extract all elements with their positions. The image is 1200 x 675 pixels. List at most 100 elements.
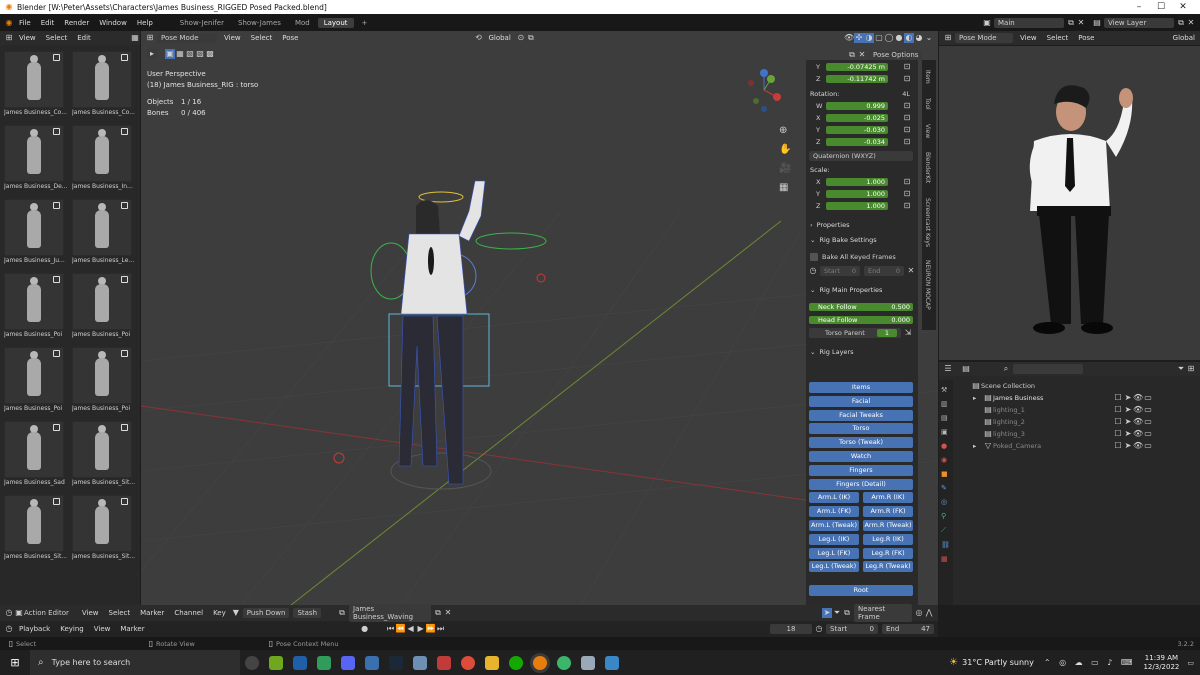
checkbox-icon[interactable]: ☐ [1113, 417, 1123, 427]
editor-type-icon[interactable]: ☰ [943, 364, 953, 374]
select-arrow-icon[interactable]: ➤ [1123, 417, 1133, 427]
pose-options-dropdown[interactable]: Pose Options [869, 50, 923, 60]
tab-view[interactable]: View [924, 124, 931, 138]
play-icon[interactable]: ▶ [416, 624, 426, 634]
visual-studio-icon[interactable] [293, 655, 307, 670]
lock-icon[interactable]: ⊡ [902, 62, 912, 72]
select-arrow-icon[interactable]: ➤ [1123, 393, 1133, 403]
pose-thumbnail[interactable]: James Business_Poi [72, 273, 136, 340]
editor-type-icon[interactable]: ⊞ [943, 33, 953, 43]
checkbox-icon[interactable]: ☐ [1113, 393, 1123, 403]
timeline-menu-key[interactable]: Key [208, 609, 231, 617]
view-layer-selector[interactable]: View Layer [1104, 17, 1174, 28]
view-menu[interactable]: View [89, 625, 116, 633]
axis-value-field[interactable]: -0.034 [826, 137, 888, 146]
minimize-button[interactable]: – [1128, 2, 1150, 12]
rig-layer-button[interactable]: Leg.R (IK) [863, 533, 913, 545]
tool-tab-icon[interactable]: ⚒ [941, 386, 951, 394]
orientation-selector[interactable]: Global [483, 34, 515, 42]
rig-layer-button[interactable]: Arm.L (IK) [809, 492, 859, 504]
viewport-menu-view[interactable]: View [219, 34, 246, 42]
pose-thumbnail[interactable]: James Business_Sit... [72, 495, 136, 562]
rotation-lock-4l[interactable]: 4L [902, 90, 910, 98]
select-subtract-icon[interactable]: ▧ [185, 49, 195, 59]
select-extend-icon[interactable]: ▦ [175, 49, 185, 59]
key-type-icon[interactable]: ▼ [231, 608, 241, 618]
pose-thumbnail[interactable]: James Business_Poi [4, 273, 68, 340]
timeline-menu-marker[interactable]: Marker [135, 609, 169, 617]
checkbox-icon[interactable]: ☐ [1113, 405, 1123, 415]
delete-view-layer-icon[interactable]: ✕ [1186, 18, 1196, 28]
neck-follow-slider[interactable]: Neck Follow 0.500 [809, 302, 913, 311]
tab-tool[interactable]: Tool [924, 98, 931, 110]
action-editor-selector[interactable]: Action Editor [24, 609, 69, 617]
chevron-right-icon[interactable]: › [810, 221, 813, 229]
select-arrow-icon[interactable]: ➤ [1123, 405, 1133, 415]
render-mode-selector[interactable]: Pose Mode [955, 33, 1013, 43]
render-menu-select[interactable]: Select [1042, 34, 1074, 42]
app-icon-4[interactable] [437, 655, 451, 670]
axis-value-field[interactable]: -0.030 [826, 125, 888, 134]
eye-icon[interactable]: 👁 [1133, 429, 1143, 439]
modifier-tab-icon[interactable]: ✎ [941, 484, 951, 492]
armature-tab-icon[interactable]: ⚲ [941, 512, 951, 520]
editor-type-icon[interactable]: ◷ [4, 608, 14, 618]
menu-window[interactable]: Window [94, 19, 132, 27]
tab-screencast-keys[interactable]: Screencast Keys [924, 198, 931, 247]
marker-menu[interactable]: Marker [115, 625, 149, 633]
app-icon-1[interactable] [269, 655, 283, 670]
outliner-item[interactable]: ▤ lighting_1 ☐ ➤ 👁 ▭ [959, 404, 1200, 416]
eye-icon[interactable]: 👁 [1133, 393, 1143, 403]
playback-menu[interactable]: Playback [14, 625, 55, 633]
chevron-down-icon[interactable]: ⌄ [810, 348, 815, 356]
calculator-icon[interactable] [365, 655, 379, 670]
eye-icon[interactable]: 👁 [1133, 441, 1143, 451]
bake-button-icon[interactable]: ✕ [906, 266, 916, 276]
rig-layer-button[interactable]: Arm.R (Tweak) [863, 520, 913, 531]
texture-tab-icon[interactable]: ▦ [941, 555, 951, 563]
stash-button[interactable]: Stash [293, 608, 322, 618]
wireframe-shading-icon[interactable]: ◯ [884, 33, 894, 43]
lock-icon[interactable]: ⊡ [902, 125, 912, 135]
tab-show-james[interactable]: Show-James [232, 18, 287, 28]
viewport-menu-pose[interactable]: Pose [277, 34, 303, 42]
jump-start-icon[interactable]: ⏮ [386, 624, 396, 634]
editor-type-icon[interactable]: ⊞ [145, 33, 155, 43]
notification-icon[interactable]: ▭ [1187, 659, 1194, 667]
bake-end-field[interactable]: End 0 [864, 265, 904, 276]
select-intersect-icon[interactable]: ▩ [205, 49, 215, 59]
rig-layer-button[interactable]: Fingers (Detail) [809, 478, 913, 490]
chevron-down-icon[interactable]: ⌄ [810, 236, 815, 244]
tab-show-jenifer[interactable]: Show-Jenifer [174, 18, 230, 28]
browser-menu-select[interactable]: Select [41, 34, 73, 42]
record-icon[interactable]: ● [360, 624, 370, 634]
pose-thumbnail[interactable]: James Business_Le... [72, 199, 136, 266]
pose-thumbnail[interactable]: James Business_Sit... [72, 421, 136, 488]
torso-parent-field[interactable]: Torso Parent 1 [809, 327, 901, 338]
rig-bake-section[interactable]: Rig Bake Settings [819, 236, 876, 244]
render-orientation[interactable]: Global [1168, 34, 1200, 42]
shading-dropdown-icon[interactable]: ⌄ [924, 33, 934, 43]
lock-icon[interactable]: ⊡ [902, 113, 912, 123]
select-tool-icon[interactable]: ➤ [822, 608, 832, 618]
snap-icon[interactable]: ⧉ [526, 33, 536, 43]
chrome-icon[interactable] [461, 655, 475, 670]
tab-item[interactable]: Item [924, 70, 931, 84]
push-down-button[interactable]: Push Down [242, 608, 290, 618]
menu-help[interactable]: Help [132, 19, 158, 27]
display-mode-icon[interactable]: ▤ [961, 364, 971, 374]
rig-layer-button[interactable]: Torso (Tweak) [809, 437, 913, 449]
viewport-menu-select[interactable]: Select [246, 34, 278, 42]
rig-layer-button[interactable]: Leg.L (Tweak) [809, 561, 859, 573]
delete-scene-icon[interactable]: ✕ [1076, 18, 1086, 28]
expand-arrow-icon[interactable]: ▸ [973, 394, 983, 402]
scene-collection-row[interactable]: ▤ Scene Collection [959, 380, 1200, 392]
windows-start-icon[interactable]: ⊞ [0, 656, 30, 669]
loc-z-field[interactable]: -0.11742 m [826, 74, 888, 83]
material-shading-icon[interactable]: ◐ [904, 33, 914, 43]
zoom-icon[interactable]: ⊕ [779, 121, 791, 140]
pan-hand-icon[interactable]: ✋ [779, 140, 791, 159]
render-menu-view[interactable]: View [1015, 34, 1042, 42]
rig-layer-button[interactable]: Arm.L (FK) [809, 506, 859, 518]
head-follow-slider[interactable]: Head Follow 0.000 [809, 315, 913, 324]
